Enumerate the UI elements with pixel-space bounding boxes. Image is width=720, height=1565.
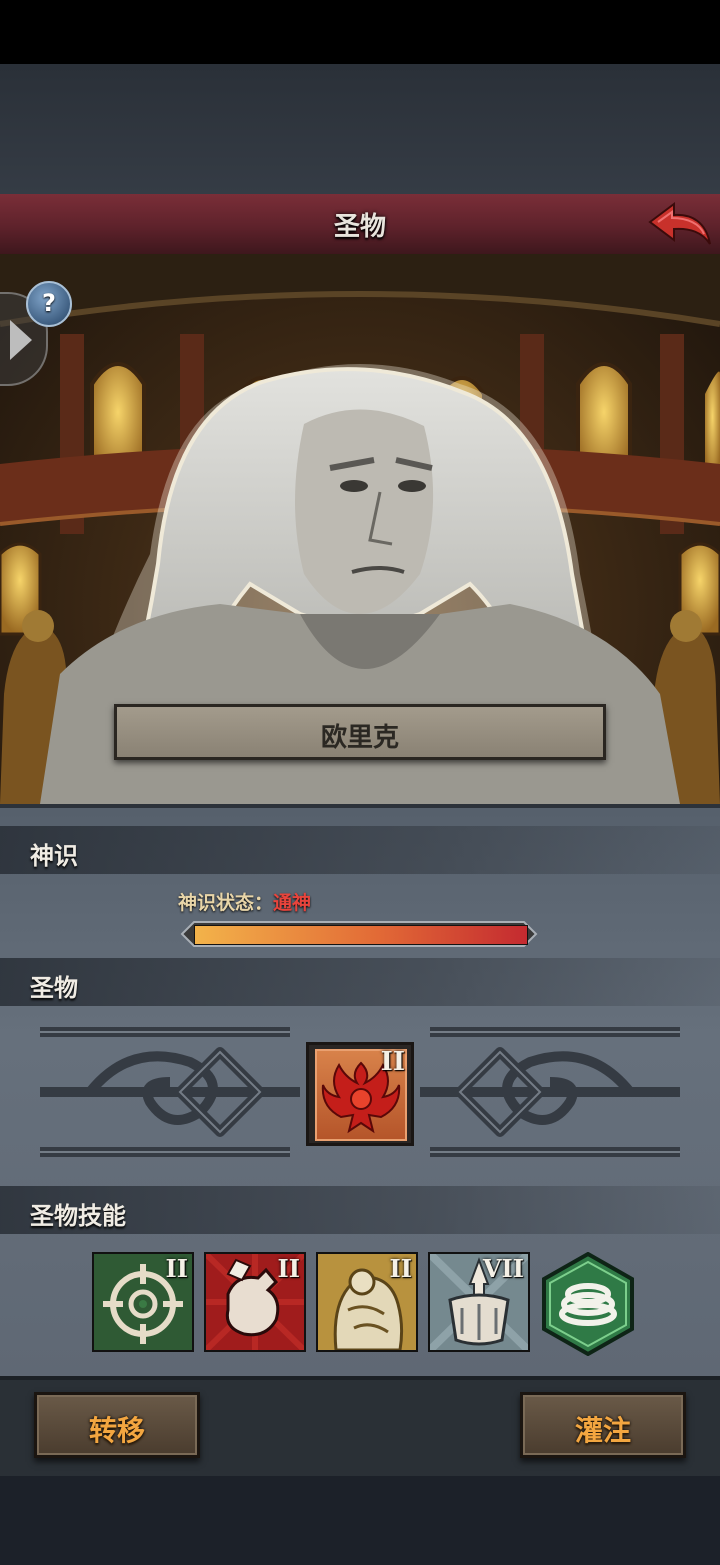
skill-slot-5[interactable] <box>540 1251 636 1357</box>
hero-name: 欧里克 <box>320 723 399 753</box>
chevron-right-icon <box>10 320 32 360</box>
footer-area <box>0 1476 720 1565</box>
skill-level-4: VII <box>482 1254 524 1283</box>
infuse-button[interactable]: 灌注 <box>520 1392 686 1458</box>
section-title-relic: 圣物 <box>30 974 78 1002</box>
skill-level-1: II <box>165 1254 188 1283</box>
divine-status: 神识状态：通神 <box>178 888 311 915</box>
skill-slot-2[interactable]: II <box>204 1252 306 1352</box>
transfer-button[interactable]: 转移 <box>34 1392 200 1458</box>
section-divine-band <box>0 826 720 874</box>
divine-progress-fill <box>195 926 527 944</box>
hero-name-plate: 欧里克 <box>114 704 606 760</box>
header-bar: 圣物 <box>0 194 720 256</box>
relic-slot[interactable]: II <box>306 1042 414 1146</box>
skill-slot-1[interactable]: II <box>92 1252 194 1352</box>
relic-level: II <box>380 1047 405 1077</box>
skill-slot-3[interactable]: II <box>316 1252 418 1352</box>
divine-progress-bar <box>194 925 528 945</box>
help-icon: ? <box>42 289 56 317</box>
skill-level-3: II <box>389 1254 412 1283</box>
status-bar <box>0 0 720 64</box>
back-arrow-icon <box>648 202 711 245</box>
skill-level-2: II <box>277 1254 300 1283</box>
page-title: 圣物 <box>333 212 386 242</box>
backdrop <box>0 64 720 194</box>
transfer-button-label: 转移 <box>88 1414 145 1447</box>
section-title-divine: 神识 <box>30 842 78 870</box>
divine-status-value: 通神 <box>273 892 312 914</box>
back-button[interactable] <box>648 200 712 250</box>
section-title-skills: 圣物技能 <box>30 1202 126 1230</box>
spiral-coil-icon <box>542 1251 634 1357</box>
help-button[interactable]: ? <box>26 281 72 327</box>
section-relic-band <box>0 958 720 1006</box>
divine-status-label: 神识状态： <box>178 892 274 914</box>
infuse-button-label: 灌注 <box>574 1414 631 1447</box>
skill-slot-4[interactable]: VII <box>428 1252 530 1352</box>
